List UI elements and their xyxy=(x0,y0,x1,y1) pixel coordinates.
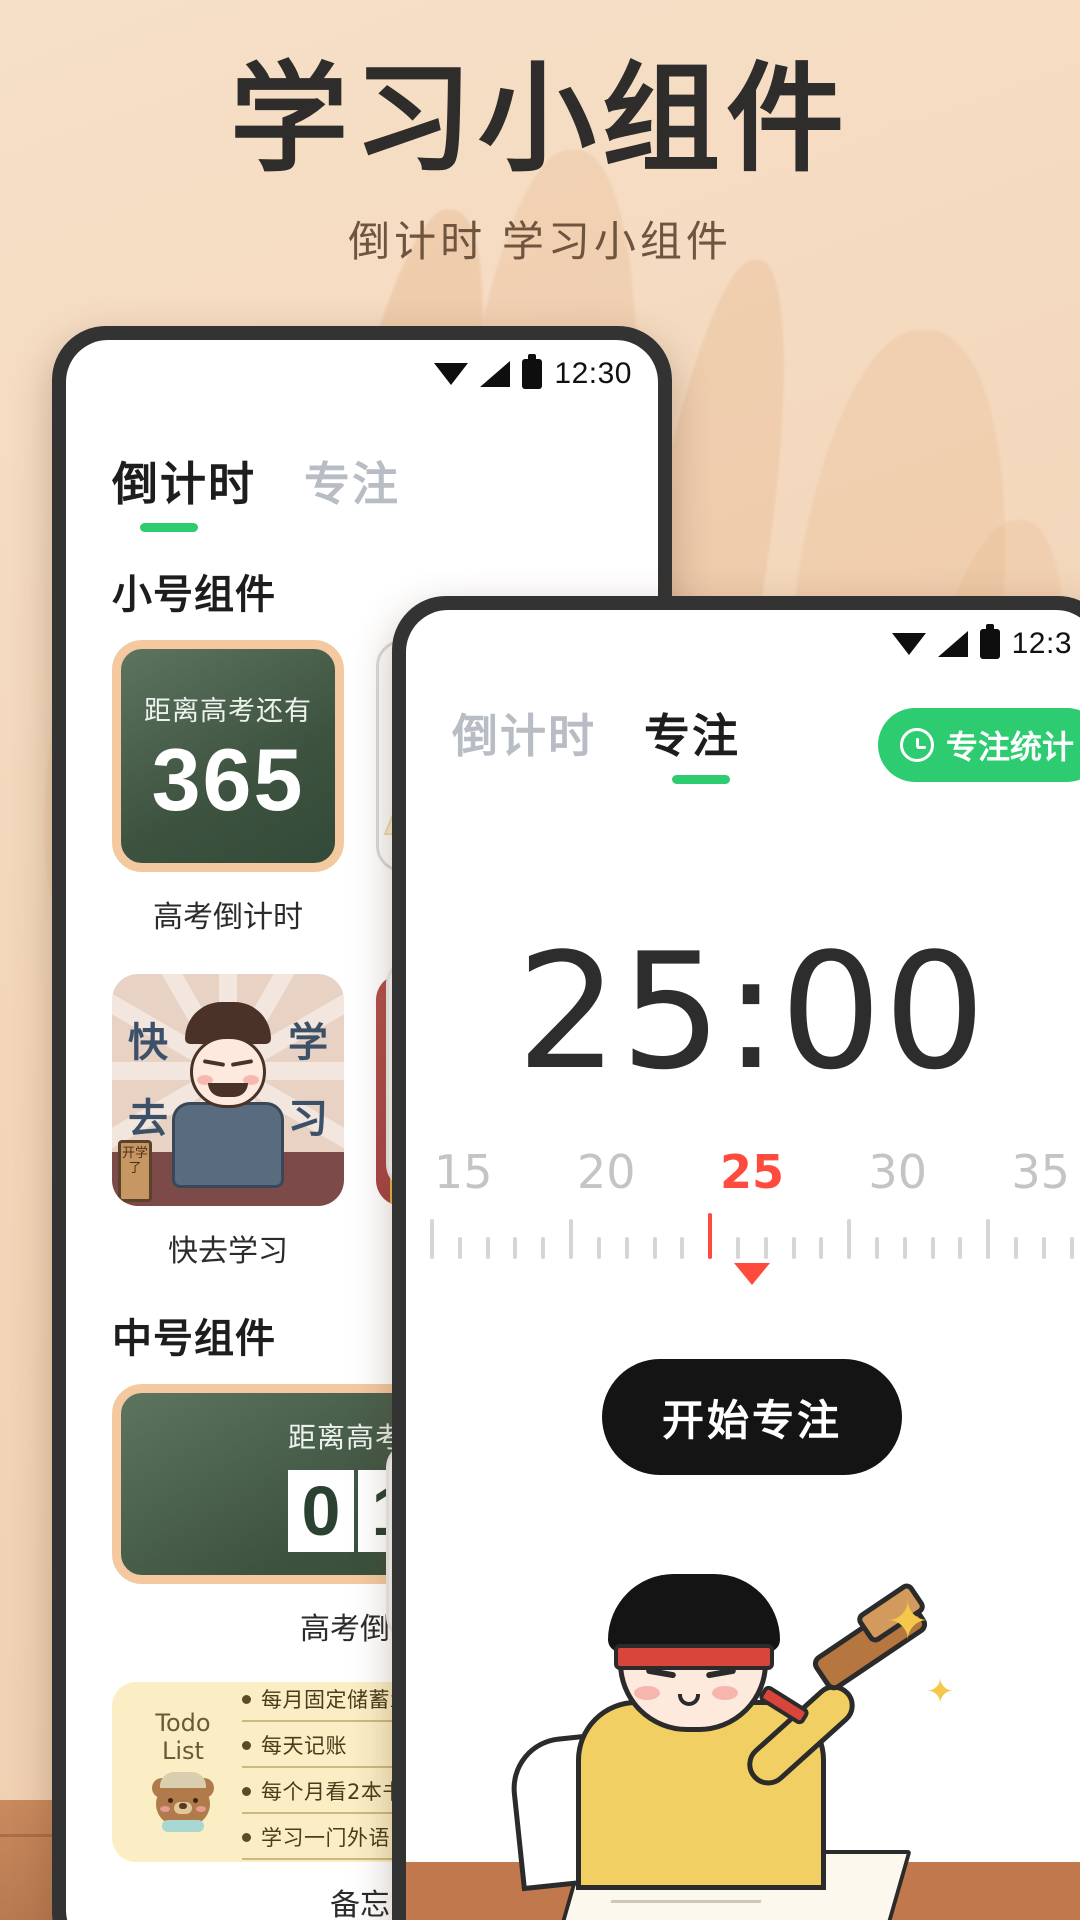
poster-char-2: 学 xyxy=(288,1020,328,1066)
phone2-status-bar: 12:3 xyxy=(406,610,1080,672)
tab-countdown-label: 倒计时 xyxy=(112,458,256,510)
signboard: 开学了 xyxy=(118,1140,152,1202)
poster-char-1: 快 xyxy=(128,1020,168,1066)
ruler-tick-labels: 15 20 25 30 35 xyxy=(406,1145,1080,1199)
focus-stats-label: 专注统计 xyxy=(945,729,1074,765)
focus-stats-button[interactable]: 专注统计 xyxy=(877,708,1080,782)
bullet-icon xyxy=(242,1786,251,1796)
widget-caption: 快去学习 xyxy=(168,1235,288,1268)
countdown-value: 365 xyxy=(151,729,305,829)
focus-hero-illustration: ✦ ✦ xyxy=(406,1562,1080,1920)
tab-inactive-underline xyxy=(332,523,390,532)
todo-item-text: 每天记账 xyxy=(261,1734,347,1758)
tab-focus[interactable]: 专注 xyxy=(644,700,740,788)
widget-cell[interactable]: 距离高考还有 365 高考倒计时 xyxy=(112,640,344,936)
ruler-label-15[interactable]: 15 xyxy=(434,1145,493,1199)
status-clock: 12:3 xyxy=(1011,627,1072,660)
ruler-ticks xyxy=(406,1199,1080,1259)
battery-icon xyxy=(979,624,1000,659)
start-focus-button[interactable]: 开始专注 xyxy=(602,1359,902,1475)
page-title: 学习小组件 xyxy=(229,50,850,188)
person-blush xyxy=(634,1686,660,1700)
phone2-tab-bar: 倒计时 专注 xyxy=(452,700,740,788)
flip-digit-tens: 0 xyxy=(287,1470,354,1552)
ruler-selection-caret xyxy=(734,1263,770,1285)
tab-active-underline xyxy=(140,523,198,532)
wifi-icon xyxy=(891,631,926,657)
signboard-text: 开学了 xyxy=(121,1145,148,1175)
tab-countdown[interactable]: 倒计时 xyxy=(112,448,256,536)
headband xyxy=(614,1644,774,1670)
signal-icon xyxy=(480,361,511,387)
widget-cell[interactable]: 快 学 去 习 开学了 快去学习 xyxy=(112,974,344,1270)
sparkle-icon: ✦ xyxy=(926,1673,955,1711)
teacher-illustration xyxy=(172,1002,284,1188)
status-clock: 12:30 xyxy=(554,357,632,390)
promo-header: 学习小组件 倒计时 学习小组件 xyxy=(0,50,1080,269)
poster-char-3: 去 xyxy=(128,1096,168,1142)
widget-go-study-poster[interactable]: 快 学 去 习 开学了 xyxy=(112,974,344,1206)
todo-item-text: 学习一门外语 xyxy=(261,1826,390,1850)
todo-title-line1: Todo xyxy=(155,1709,211,1738)
tab-focus-label: 专注 xyxy=(304,458,400,510)
ruler-label-35[interactable]: 35 xyxy=(1011,1145,1070,1199)
bear-mascot-icon xyxy=(150,1771,216,1834)
timer-value: 25:00 xyxy=(516,918,988,1105)
phone1-status-bar: 12:30 xyxy=(66,340,658,402)
battery-icon xyxy=(522,354,543,389)
tab-countdown-label: 倒计时 xyxy=(452,710,596,762)
ruler-label-30[interactable]: 30 xyxy=(868,1145,927,1199)
poster-char-4: 习 xyxy=(288,1096,328,1142)
phone1-tab-bar: 倒计时 专注 xyxy=(66,420,658,536)
countdown-label: 距离高考还有 xyxy=(144,695,312,726)
person-blush xyxy=(712,1686,738,1700)
todo-title-line2: List xyxy=(162,1737,204,1765)
tab-focus-label: 专注 xyxy=(644,710,740,762)
signal-icon xyxy=(937,631,968,657)
phone2-header: 倒计时 专注 专注统计 xyxy=(406,672,1080,788)
phone-mockup-focus: 12:3 倒计时 专注 专注统计 25:00 15 20 25 30 35 开始… xyxy=(392,596,1080,1920)
widget-caption: 高考倒计时 xyxy=(153,901,303,934)
duration-slider-ruler[interactable]: 15 20 25 30 35 xyxy=(406,1145,1080,1345)
ruler-label-20[interactable]: 20 xyxy=(577,1145,636,1199)
clock-icon xyxy=(899,728,934,762)
widget-gaokao-countdown-365[interactable]: 距离高考还有 365 xyxy=(112,640,344,872)
tab-inactive-underline xyxy=(480,775,538,784)
bullet-icon xyxy=(242,1694,251,1704)
person-hair xyxy=(608,1574,780,1652)
sparkle-icon: ✦ xyxy=(886,1593,930,1651)
tab-focus[interactable]: 专注 xyxy=(304,448,400,536)
wifi-icon xyxy=(434,361,469,387)
phone2-screen: 12:3 倒计时 专注 专注统计 25:00 15 20 25 30 35 开始… xyxy=(406,610,1080,1920)
bullet-icon xyxy=(242,1740,251,1750)
bullet-icon xyxy=(242,1832,251,1842)
todo-header: Todo List xyxy=(130,1710,236,1833)
ruler-label-25-selected[interactable]: 25 xyxy=(720,1145,784,1199)
tab-active-underline xyxy=(672,775,730,784)
todo-item-text: 每个月看2本书 xyxy=(261,1780,404,1804)
page-subtitle: 倒计时 学习小组件 xyxy=(348,217,732,265)
tab-countdown[interactable]: 倒计时 xyxy=(452,700,596,788)
focus-timer-display: 25:00 xyxy=(406,918,1080,1105)
